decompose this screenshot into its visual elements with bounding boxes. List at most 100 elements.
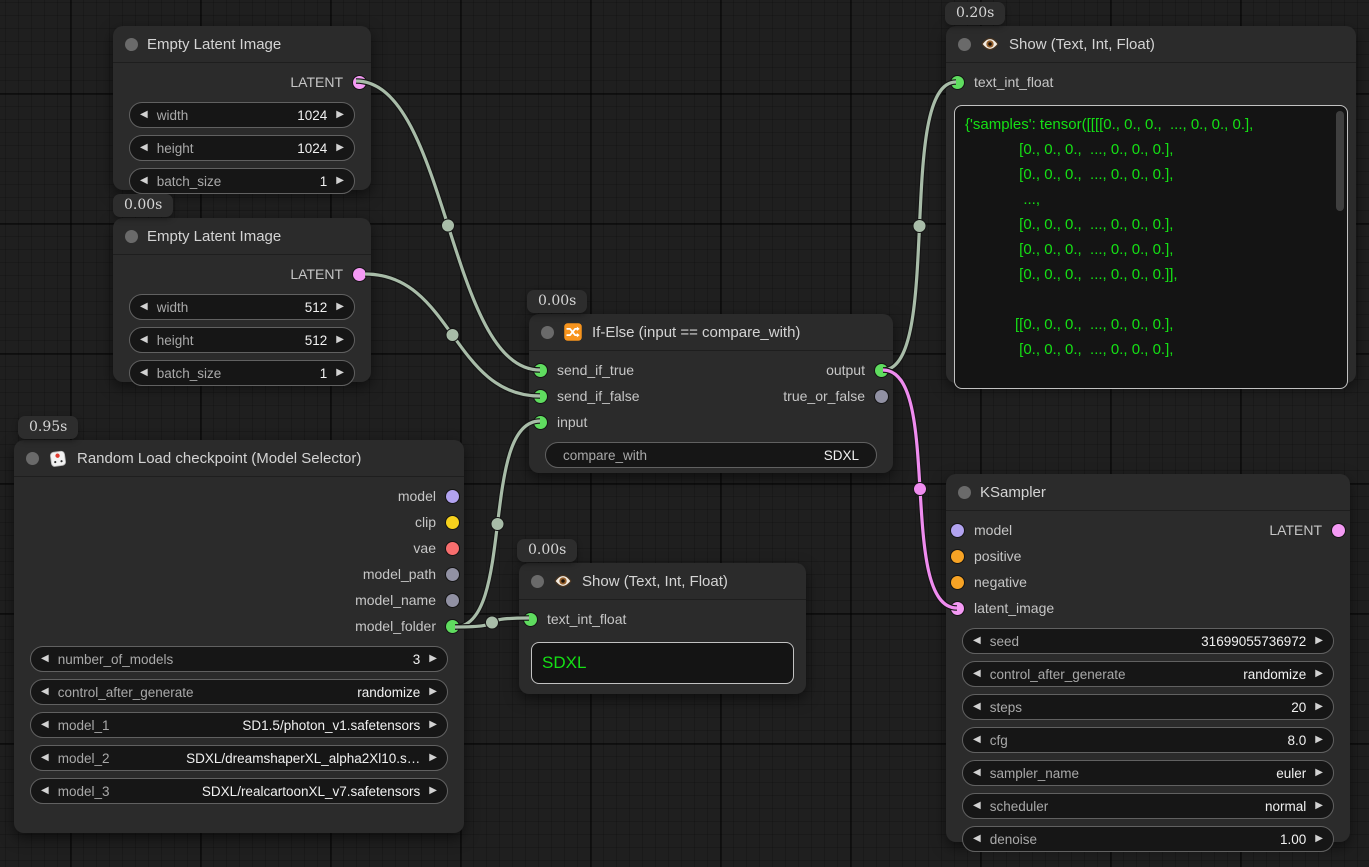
output-dot-model-path[interactable]: [446, 568, 459, 581]
link-midpoint-dot[interactable]: [486, 616, 499, 629]
increment-arrow-icon[interactable]: ▶: [1315, 801, 1323, 811]
node-status-dot[interactable]: [125, 38, 138, 51]
output-dot-model-name[interactable]: [446, 594, 459, 607]
input-dot-negative[interactable]: [951, 576, 964, 589]
widget-height[interactable]: ◀ height 512 ▶: [129, 327, 355, 353]
input-dot-input[interactable]: [534, 416, 547, 429]
widget-width[interactable]: ◀ width 512 ▶: [129, 294, 355, 320]
display-textbox[interactable]: {'samples': tensor([[[[0., 0., 0., ..., …: [954, 105, 1348, 389]
node-status-dot[interactable]: [125, 230, 138, 243]
decrement-arrow-icon[interactable]: ◀: [41, 720, 49, 730]
increment-arrow-icon[interactable]: ▶: [1315, 702, 1323, 712]
decrement-arrow-icon[interactable]: ◀: [973, 735, 981, 745]
input-dot-model[interactable]: [951, 524, 964, 537]
increment-arrow-icon[interactable]: ▶: [1315, 636, 1323, 646]
widget-control-after-generate[interactable]: ◀ control_after_generate randomize ▶: [962, 661, 1334, 687]
widget-number-of-models[interactable]: ◀ number_of_models 3 ▶: [30, 646, 448, 672]
node-title-bar[interactable]: Random Load checkpoint (Model Selector): [14, 440, 464, 477]
node-status-dot[interactable]: [26, 452, 39, 465]
widget-batch-size[interactable]: ◀ batch_size 1 ▶: [129, 168, 355, 194]
increment-arrow-icon[interactable]: ▶: [429, 687, 437, 697]
increment-arrow-icon[interactable]: ▶: [429, 753, 437, 763]
decrement-arrow-icon[interactable]: ◀: [973, 801, 981, 811]
input-dot-positive[interactable]: [951, 550, 964, 563]
input-dot-send-if-false[interactable]: [534, 390, 547, 403]
node-show-text-small[interactable]: 0.00s Show (Text, Int, Float) text_int_f…: [519, 563, 806, 694]
input-dot-text-int-float[interactable]: [524, 613, 537, 626]
widget-model-3[interactable]: ◀ model_3 SDXL/realcartoonXL_v7.safetens…: [30, 778, 448, 804]
output-dot-clip[interactable]: [446, 516, 459, 529]
output-dot-vae[interactable]: [446, 542, 459, 555]
widget-cfg[interactable]: ◀ cfg 8.0 ▶: [962, 727, 1334, 753]
widget-width[interactable]: ◀ width 1024 ▶: [129, 102, 355, 128]
node-title-bar[interactable]: If-Else (input == compare_with): [529, 314, 893, 351]
increment-arrow-icon[interactable]: ▶: [429, 786, 437, 796]
node-title-bar[interactable]: Show (Text, Int, Float): [519, 563, 806, 600]
link-midpoint-dot[interactable]: [913, 220, 926, 233]
node-show-text-large[interactable]: 0.20s Show (Text, Int, Float) text_int_f…: [946, 26, 1356, 383]
decrement-arrow-icon[interactable]: ◀: [973, 669, 981, 679]
link-midpoint-dot[interactable]: [914, 483, 927, 496]
widget-compare-with[interactable]: compare_with SDXL: [545, 442, 877, 468]
increment-arrow-icon[interactable]: ▶: [336, 110, 344, 120]
decrement-arrow-icon[interactable]: ◀: [41, 786, 49, 796]
link-midpoint-dot[interactable]: [446, 329, 459, 342]
link-midpoint-dot[interactable]: [442, 219, 455, 232]
node-status-dot[interactable]: [958, 38, 971, 51]
widget-model-2[interactable]: ◀ model_2 SDXL/dreamshaperXL_alpha2Xl10.…: [30, 745, 448, 771]
decrement-arrow-icon[interactable]: ◀: [41, 687, 49, 697]
input-dot-latent-image[interactable]: [951, 602, 964, 615]
widget-batch-size[interactable]: ◀ batch_size 1 ▶: [129, 360, 355, 386]
input-dot-text-int-float[interactable]: [951, 76, 964, 89]
decrement-arrow-icon[interactable]: ◀: [41, 753, 49, 763]
increment-arrow-icon[interactable]: ▶: [429, 720, 437, 730]
widget-height[interactable]: ◀ height 1024 ▶: [129, 135, 355, 161]
input-dot-send-if-true[interactable]: [534, 364, 547, 377]
node-random-load-checkpoint[interactable]: 0.95s Random Load checkpoint (Model Sele…: [14, 440, 464, 833]
node-ksampler[interactable]: KSampler model LATENT positive negative: [946, 474, 1350, 842]
output-dot-model[interactable]: [446, 490, 459, 503]
display-textbox[interactable]: SDXL: [531, 642, 794, 684]
node-status-dot[interactable]: [541, 326, 554, 339]
node-title-bar[interactable]: Empty Latent Image: [113, 26, 371, 63]
node-title-bar[interactable]: Empty Latent Image: [113, 218, 371, 255]
increment-arrow-icon[interactable]: ▶: [1315, 669, 1323, 679]
decrement-arrow-icon[interactable]: ◀: [973, 702, 981, 712]
decrement-arrow-icon[interactable]: ◀: [41, 654, 49, 664]
increment-arrow-icon[interactable]: ▶: [336, 302, 344, 312]
widget-steps[interactable]: ◀ steps 20 ▶: [962, 694, 1334, 720]
decrement-arrow-icon[interactable]: ◀: [140, 368, 148, 378]
widget-sampler-name[interactable]: ◀ sampler_name euler ▶: [962, 760, 1334, 786]
node-empty-latent-image-1[interactable]: Empty Latent Image LATENT ◀ width 1024 ▶…: [113, 26, 371, 190]
decrement-arrow-icon[interactable]: ◀: [973, 834, 981, 844]
widget-denoise[interactable]: ◀ denoise 1.00 ▶: [962, 826, 1334, 852]
decrement-arrow-icon[interactable]: ◀: [140, 110, 148, 120]
decrement-arrow-icon[interactable]: ◀: [140, 143, 148, 153]
decrement-arrow-icon[interactable]: ◀: [140, 302, 148, 312]
output-dot-true-or-false[interactable]: [875, 390, 888, 403]
increment-arrow-icon[interactable]: ▶: [336, 176, 344, 186]
decrement-arrow-icon[interactable]: ◀: [973, 636, 981, 646]
widget-scheduler[interactable]: ◀ scheduler normal ▶: [962, 793, 1334, 819]
decrement-arrow-icon[interactable]: ◀: [973, 768, 981, 778]
widget-model-1[interactable]: ◀ model_1 SD1.5/photon_v1.safetensors ▶: [30, 712, 448, 738]
output-dot-latent[interactable]: [353, 268, 366, 281]
widget-control-after-generate[interactable]: ◀ control_after_generate randomize ▶: [30, 679, 448, 705]
increment-arrow-icon[interactable]: ▶: [429, 654, 437, 664]
textarea-scrollbar[interactable]: [1336, 111, 1344, 211]
output-dot-latent[interactable]: [1332, 524, 1345, 537]
output-dot-model-folder[interactable]: [446, 620, 459, 633]
widget-seed[interactable]: ◀ seed 31699055736972 ▶: [962, 628, 1334, 654]
increment-arrow-icon[interactable]: ▶: [1315, 735, 1323, 745]
node-title-bar[interactable]: KSampler: [946, 474, 1350, 511]
node-title-bar[interactable]: Show (Text, Int, Float): [946, 26, 1356, 63]
output-dot-output[interactable]: [875, 364, 888, 377]
node-status-dot[interactable]: [531, 575, 544, 588]
increment-arrow-icon[interactable]: ▶: [1315, 768, 1323, 778]
link-midpoint-dot[interactable]: [491, 518, 504, 531]
increment-arrow-icon[interactable]: ▶: [336, 335, 344, 345]
node-empty-latent-image-2[interactable]: 0.00s Empty Latent Image LATENT ◀ width …: [113, 218, 371, 382]
decrement-arrow-icon[interactable]: ◀: [140, 176, 148, 186]
decrement-arrow-icon[interactable]: ◀: [140, 335, 148, 345]
increment-arrow-icon[interactable]: ▶: [336, 143, 344, 153]
